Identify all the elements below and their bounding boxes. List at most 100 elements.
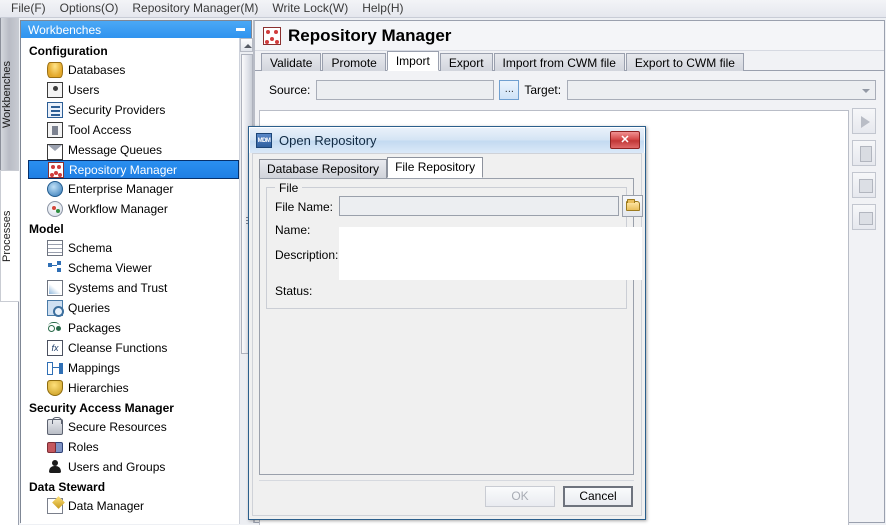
sidebar-item-hierarchies[interactable]: Hierarchies bbox=[21, 378, 239, 398]
file-browse-button[interactable] bbox=[622, 195, 643, 217]
add-button[interactable] bbox=[852, 172, 876, 198]
sidebar-item-tool-access[interactable]: Tool Access bbox=[21, 120, 239, 140]
menu-file[interactable]: File(F) bbox=[4, 0, 53, 17]
file-repository-panel: File File Name: Name: Description: Statu… bbox=[259, 178, 643, 475]
status-row: Status: bbox=[275, 284, 312, 298]
sidebar-item-workflow-manager[interactable]: Workflow Manager bbox=[21, 199, 239, 219]
close-icon[interactable]: ✕ bbox=[610, 131, 640, 149]
sidebar-item-cleanse-functions[interactable]: fx Cleanse Functions bbox=[21, 338, 239, 358]
chevron-down-icon bbox=[862, 88, 871, 93]
menu-options[interactable]: Options(O) bbox=[53, 0, 126, 17]
scroll-up-icon[interactable] bbox=[240, 38, 253, 52]
description-textarea[interactable] bbox=[339, 227, 642, 280]
cleanse-functions-icon: fx bbox=[47, 340, 63, 356]
tab-export-to-cwm-file[interactable]: Export to CWM file bbox=[625, 53, 744, 71]
sidebar-item-repository-manager[interactable]: Repository Manager bbox=[28, 160, 239, 179]
sidebar-item-message-queues[interactable]: Message Queues bbox=[21, 140, 239, 160]
sidebar-item-packages[interactable]: Packages bbox=[21, 318, 239, 338]
cancel-button[interactable]: Cancel bbox=[563, 486, 633, 507]
sidebar-item-data-manager[interactable]: Data Manager bbox=[21, 496, 239, 516]
description-row: Description: bbox=[275, 248, 338, 262]
dialog-body: Database Repository File Repository File… bbox=[252, 153, 643, 516]
schema-viewer-icon bbox=[47, 260, 63, 276]
document-icon bbox=[853, 141, 875, 165]
save-button[interactable] bbox=[852, 204, 876, 230]
sidebar-item-label: Databases bbox=[68, 63, 126, 77]
tab-file-repository[interactable]: File Repository bbox=[387, 157, 484, 178]
vtab-workbenches[interactable]: Workbenches bbox=[0, 18, 19, 170]
sidebar-item-label: Enterprise Manager bbox=[68, 182, 174, 196]
users-icon bbox=[47, 82, 63, 98]
file-name-row: File Name: bbox=[275, 200, 333, 214]
sidebar-item-enterprise-manager[interactable]: Enterprise Manager bbox=[21, 179, 239, 199]
hierarchies-icon bbox=[47, 380, 63, 396]
sidebar-item-schema[interactable]: Schema bbox=[21, 238, 239, 258]
workbenches-panel: Workbenches Configuration Databases User… bbox=[20, 20, 253, 524]
sidebar-item-users[interactable]: Users bbox=[21, 80, 239, 100]
ok-button[interactable]: OK bbox=[485, 486, 555, 507]
source-target-row: Source: ... Target: bbox=[255, 72, 884, 102]
tab-validate[interactable]: Validate bbox=[261, 53, 322, 71]
status-label: Status: bbox=[275, 284, 313, 298]
sidebar-item-label: Schema bbox=[68, 241, 113, 255]
workbenches-body: Configuration Databases Users Security P… bbox=[21, 38, 253, 524]
open-repository-dialog: MDM Open Repository ✕ Database Repositor… bbox=[248, 126, 646, 520]
sidebar-item-label: Roles bbox=[68, 440, 99, 454]
vtab-processes[interactable]: Processes bbox=[0, 170, 19, 302]
name-row: Name: bbox=[275, 223, 310, 237]
new-button[interactable] bbox=[852, 140, 876, 166]
sidebar-item-mappings[interactable]: Mappings bbox=[21, 358, 239, 378]
main-tab-strip: Validate Promote Import Export Import fr… bbox=[255, 51, 884, 71]
sidebar-item-databases[interactable]: Databases bbox=[21, 60, 239, 80]
sidebar-item-security-providers[interactable]: Security Providers bbox=[21, 100, 239, 120]
target-combobox[interactable] bbox=[567, 79, 877, 100]
description-label: Description: bbox=[275, 248, 339, 262]
tab-import-from-cwm-file[interactable]: Import from CWM file bbox=[493, 53, 625, 71]
sidebar-item-queries[interactable]: Queries bbox=[21, 298, 239, 318]
panel-header: Repository Manager bbox=[255, 21, 884, 51]
dialog-separator bbox=[259, 480, 634, 481]
source-input[interactable] bbox=[316, 79, 495, 100]
save-icon bbox=[853, 205, 875, 229]
tab-database-repository[interactable]: Database Repository bbox=[259, 159, 388, 178]
run-button[interactable] bbox=[852, 108, 876, 134]
file-group: File File Name: Name: Description: Statu… bbox=[266, 181, 643, 309]
lock-icon bbox=[47, 417, 63, 435]
application-window: File(F) Options(O) Repository Manager(M)… bbox=[0, 0, 886, 525]
sidebar-item-roles[interactable]: Roles bbox=[21, 437, 239, 457]
file-name-input[interactable] bbox=[339, 196, 619, 216]
data-manager-icon bbox=[47, 498, 63, 514]
tab-import[interactable]: Import bbox=[386, 51, 439, 71]
menu-write-lock[interactable]: Write Lock(W) bbox=[265, 0, 355, 17]
menu-help[interactable]: Help(H) bbox=[355, 0, 410, 17]
source-label: Source: bbox=[269, 82, 311, 97]
enterprise-manager-icon bbox=[47, 181, 63, 197]
sidebar-item-secure-resources[interactable]: Secure Resources bbox=[21, 417, 239, 437]
sidebar-item-schema-viewer[interactable]: Schema Viewer bbox=[21, 258, 239, 278]
mappings-icon bbox=[47, 360, 63, 376]
side-toolbar bbox=[852, 108, 880, 236]
group-security-access-manager: Security Access Manager bbox=[29, 401, 174, 415]
repository-manager-icon bbox=[48, 161, 64, 178]
name-label: Name: bbox=[275, 223, 311, 237]
users-groups-icon bbox=[47, 459, 63, 475]
sidebar-item-systems-and-trust[interactable]: Systems and Trust bbox=[21, 278, 239, 298]
tab-promote[interactable]: Promote bbox=[322, 53, 386, 71]
tab-export[interactable]: Export bbox=[439, 53, 493, 71]
minimize-icon[interactable] bbox=[236, 28, 245, 31]
mdm-icon: MDM bbox=[256, 133, 272, 148]
sidebar-item-label: Secure Resources bbox=[68, 420, 167, 434]
sidebar-item-users-and-groups[interactable]: Users and Groups bbox=[21, 457, 239, 477]
schema-icon bbox=[47, 240, 63, 256]
menu-repository-manager[interactable]: Repository Manager(M) bbox=[125, 0, 265, 17]
sidebar-item-label: Systems and Trust bbox=[68, 281, 168, 295]
play-icon bbox=[853, 109, 875, 133]
source-browse-button[interactable]: ... bbox=[499, 79, 520, 100]
dialog-title-bar[interactable]: MDM Open Repository ✕ bbox=[249, 127, 645, 153]
folder-icon bbox=[626, 199, 640, 211]
dialog-footer: OK Cancel bbox=[477, 486, 633, 507]
target-label: Target: bbox=[524, 82, 562, 97]
sidebar-item-label: Security Providers bbox=[68, 103, 166, 117]
page-title: Repository Manager bbox=[288, 25, 452, 45]
workflow-manager-icon bbox=[47, 201, 63, 217]
